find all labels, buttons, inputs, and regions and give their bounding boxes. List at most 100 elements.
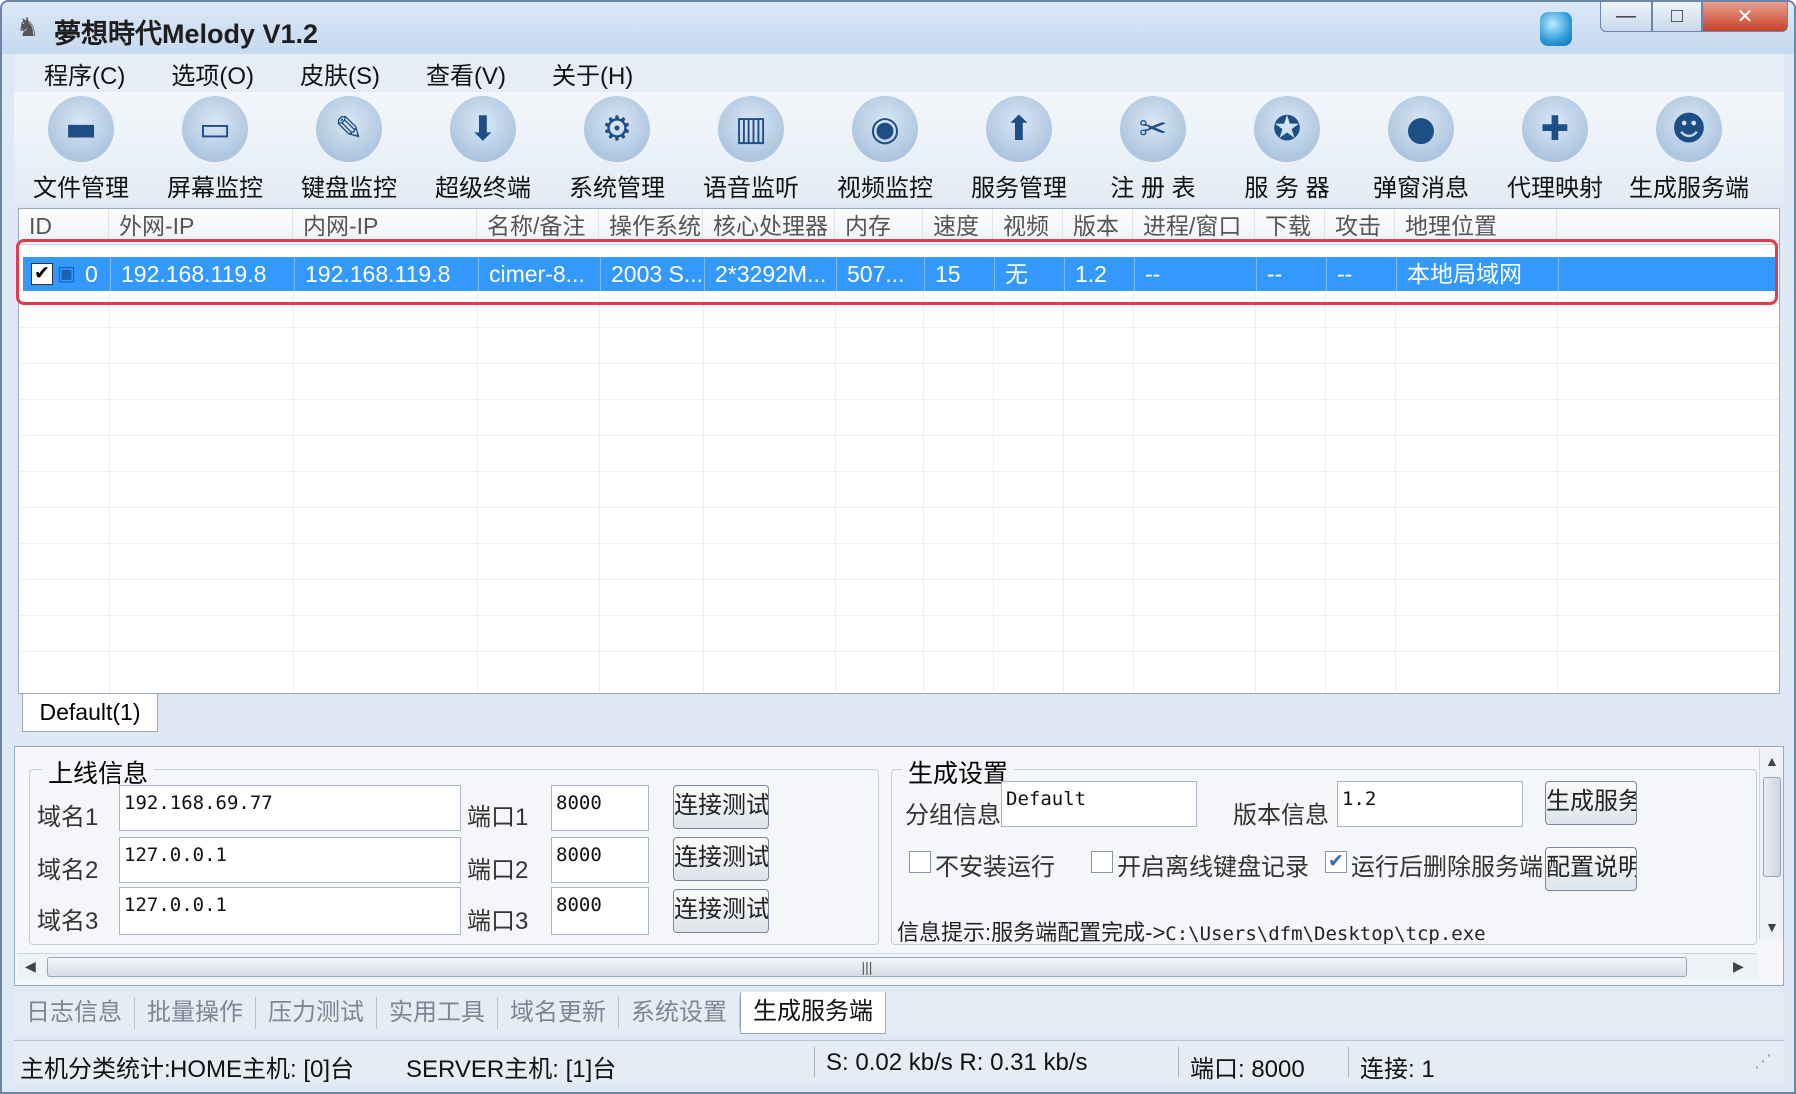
version-info-field[interactable]: 1.2 bbox=[1337, 781, 1523, 827]
menu-options[interactable]: 选项(O) bbox=[165, 54, 260, 93]
domain1-label: 域名1 bbox=[37, 804, 99, 831]
toolbar-button-label: 系统管理 bbox=[569, 175, 665, 202]
toolbar-button-label: 代理映射 bbox=[1507, 175, 1603, 202]
tab-5[interactable]: 域名更新 bbox=[498, 997, 619, 1029]
toolbar-button-2[interactable]: ▭ 屏幕监控 bbox=[148, 92, 282, 204]
camera-icon: ◉ bbox=[852, 96, 918, 162]
grid-line bbox=[923, 293, 924, 693]
grid-line bbox=[1557, 293, 1558, 693]
toolbar-button-13[interactable]: ☻ 生成服务端 bbox=[1622, 92, 1756, 204]
title-bar[interactable]: ♞ 夢想時代Melody V1.2 — □ ✕ bbox=[2, 2, 1794, 54]
panel-vertical-scrollbar[interactable]: ▲ ▼ bbox=[1759, 749, 1783, 939]
config-help-button[interactable]: 配置说明 bbox=[1545, 847, 1637, 891]
upload-icon: ⬆ bbox=[986, 96, 1052, 162]
test-connection-1-button[interactable]: 连接测试 bbox=[673, 785, 769, 829]
group-info-field[interactable]: Default bbox=[1001, 781, 1197, 827]
toolbar-button-9[interactable]: ✂ 注 册 表 bbox=[1086, 92, 1220, 204]
info-hint: 信息提示:服务端配置完成->C:\Users\dfm\Desktop\tcp.e… bbox=[897, 915, 1486, 947]
wrench-icon: ✚ bbox=[1522, 96, 1588, 162]
menu-skin[interactable]: 皮肤(S) bbox=[294, 54, 386, 93]
grid-line bbox=[19, 471, 1779, 472]
port2-field[interactable]: 8000 bbox=[551, 837, 649, 883]
scroll-down-icon[interactable]: ▼ bbox=[1765, 919, 1779, 935]
grid-line bbox=[19, 651, 1779, 652]
grid-line bbox=[1063, 293, 1064, 693]
shield-icon[interactable] bbox=[1540, 12, 1572, 46]
domain3-label: 域名3 bbox=[37, 908, 99, 935]
tab-1[interactable]: 日志信息 bbox=[14, 997, 135, 1029]
toolbar-button-label: 服 务 器 bbox=[1244, 175, 1330, 202]
toolbar-button-label: 超级终端 bbox=[435, 175, 531, 202]
connection-count: 连接: 1 bbox=[1360, 1056, 1435, 1083]
tools-icon: ✂ bbox=[1120, 96, 1186, 162]
award-icon: ✪ bbox=[1254, 96, 1320, 162]
toolbar-button-label: 屏幕监控 bbox=[167, 175, 263, 202]
vertical-scroll-thumb[interactable] bbox=[1763, 777, 1781, 877]
minimize-button[interactable]: — bbox=[1600, 2, 1652, 32]
menu-view[interactable]: 查看(V) bbox=[420, 54, 512, 93]
toolbar-button-7[interactable]: ◉ 视频监控 bbox=[818, 92, 952, 204]
menu-about[interactable]: 关于(H) bbox=[546, 54, 639, 93]
port3-field[interactable]: 8000 bbox=[551, 887, 649, 935]
menu-program[interactable]: 程序(C) bbox=[38, 54, 131, 93]
build-server-button[interactable]: 生成服务端 bbox=[1545, 781, 1637, 825]
group-tab-default[interactable]: Default(1) bbox=[22, 694, 158, 732]
port1-field[interactable]: 8000 bbox=[551, 785, 649, 831]
gear-icon: ⚙ bbox=[584, 96, 650, 162]
horizontal-scroll-thumb[interactable]: ||| bbox=[47, 957, 1687, 977]
no-install-checkbox[interactable] bbox=[909, 851, 931, 873]
bottom-tabs: 日志信息 批量操作 压力测试 实用工具 域名更新 系统设置 生成服务端 bbox=[14, 992, 1784, 1034]
delete-after-run-checkbox[interactable]: ✔ bbox=[1325, 851, 1347, 873]
chat-bubble-icon: ● bbox=[1388, 96, 1454, 162]
toolbar-button-label: 语音监听 bbox=[703, 175, 799, 202]
resize-grip-icon[interactable]: ⋰ bbox=[1754, 1051, 1772, 1072]
window-title: 夢想時代Melody V1.2 bbox=[54, 19, 319, 49]
build-settings-legend: 生成设置 bbox=[902, 754, 1015, 790]
status-divider bbox=[814, 1047, 815, 1077]
settings-panel: 上线信息 生成设置 域名1 192.168.69.77 端口1 8000 连接测… bbox=[14, 746, 1784, 986]
toolbar-button-1[interactable]: ▬ 文件管理 bbox=[14, 92, 148, 204]
domain2-field[interactable]: 127.0.0.1 bbox=[119, 837, 461, 883]
maximize-button[interactable]: □ bbox=[1652, 2, 1702, 32]
group-info-label: 分组信息 bbox=[905, 802, 1001, 829]
info-hint-label: 信息提示:服务端配置完成-> bbox=[897, 920, 1166, 945]
test-connection-2-button[interactable]: 连接测试 bbox=[673, 837, 769, 881]
folder-icon: ▬ bbox=[48, 96, 114, 162]
toolbar-button-8[interactable]: ⬆ 服务管理 bbox=[952, 92, 1086, 204]
toolbar-button-label: 生成服务端 bbox=[1629, 175, 1749, 202]
tab-2[interactable]: 批量操作 bbox=[135, 997, 256, 1029]
toolbar-button-10[interactable]: ✪ 服 务 器 bbox=[1220, 92, 1354, 204]
toolbar-button-label: 注 册 表 bbox=[1110, 175, 1196, 202]
toolbar-button-3[interactable]: ✎ 键盘监控 bbox=[282, 92, 416, 204]
users-icon: ☻ bbox=[1656, 96, 1722, 162]
scroll-up-icon[interactable]: ▲ bbox=[1765, 753, 1779, 769]
toolbar-button-4[interactable]: ⬇ 超级终端 bbox=[416, 92, 550, 204]
grid-line bbox=[19, 399, 1779, 400]
toolbar-button-6[interactable]: ▥ 语音监听 bbox=[684, 92, 818, 204]
toolbar-button-11[interactable]: ● 弹窗消息 bbox=[1354, 92, 1488, 204]
domain1-field[interactable]: 192.168.69.77 bbox=[119, 785, 461, 831]
tab-6[interactable]: 系统设置 bbox=[619, 997, 740, 1029]
panel-horizontal-scrollbar[interactable]: ◀ ||| ▶ bbox=[17, 953, 1757, 979]
tab-3[interactable]: 压力测试 bbox=[256, 997, 377, 1029]
toolbar-button-5[interactable]: ⚙ 系统管理 bbox=[550, 92, 684, 204]
test-connection-3-button[interactable]: 连接测试 bbox=[673, 889, 769, 933]
tab-7[interactable]: 生成服务端 bbox=[740, 992, 886, 1034]
tab-4[interactable]: 实用工具 bbox=[377, 997, 498, 1029]
status-divider bbox=[1348, 1047, 1349, 1077]
toolbar-button-label: 服务管理 bbox=[971, 175, 1067, 202]
listen-port: 端口: 8000 bbox=[1190, 1056, 1305, 1083]
menu-bar: 程序(C) 选项(O) 皮肤(S) 查看(V) 关于(H) bbox=[14, 54, 1784, 92]
grid-line bbox=[1133, 293, 1134, 693]
offline-keylog-checkbox[interactable] bbox=[1091, 851, 1113, 873]
close-button[interactable]: ✕ bbox=[1702, 2, 1788, 32]
domain3-field[interactable]: 127.0.0.1 bbox=[119, 887, 461, 935]
toolbar-button-12[interactable]: ✚ 代理映射 bbox=[1488, 92, 1622, 204]
scroll-right-icon[interactable]: ▶ bbox=[1733, 958, 1744, 975]
domain2-label: 域名2 bbox=[37, 857, 99, 884]
scroll-left-icon[interactable]: ◀ bbox=[25, 958, 36, 975]
grid-line bbox=[19, 615, 1779, 616]
status-bar: 主机分类统计: HOME主机: [0]台 SERVER主机: [1]台 S: 0… bbox=[14, 1040, 1784, 1083]
delete-after-run-label: 运行后删除服务端 bbox=[1351, 854, 1543, 881]
server-host-count: SERVER主机: [1]台 bbox=[406, 1056, 617, 1083]
